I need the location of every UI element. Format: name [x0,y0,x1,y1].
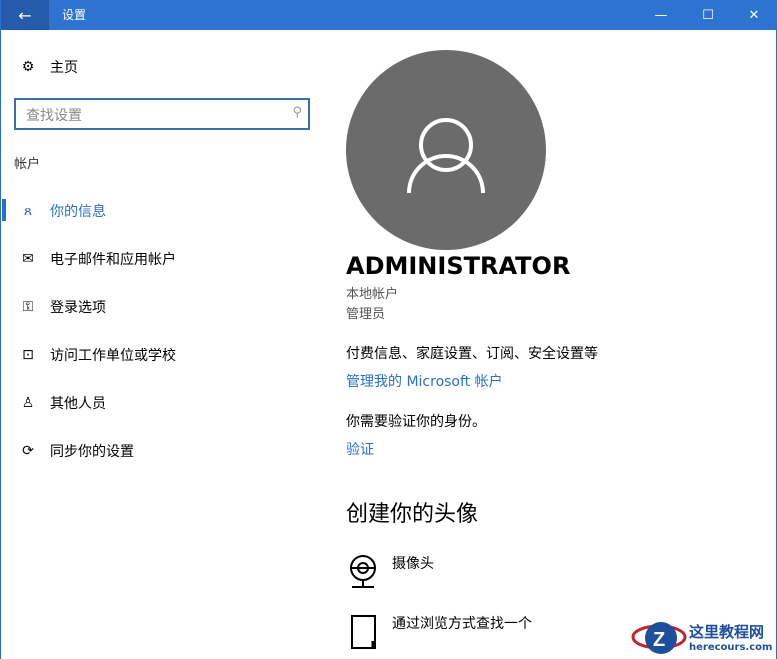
sidebar-item-signin[interactable]: ⚿ 登录选项 [19,297,106,317]
camera-label: 摄像头 [392,556,434,572]
sidebar-item-label: 登录选项 [50,300,106,316]
sidebar-item-others[interactable]: ♙ 其他人员 [19,393,106,413]
sidebar-home[interactable]: ⚙ 主页 [19,57,78,77]
camera-option[interactable]: 摄像头 [346,553,434,589]
person-list-icon: ጸ [23,203,33,219]
verify-link[interactable]: 验证 [346,439,374,459]
title-bar: ← 设置 — ☐ ✕ [1,0,777,30]
search-input[interactable]: 查找设置 ⚲ [14,98,310,130]
selection-indicator [2,199,6,221]
mail-icon: ✉ [22,251,34,267]
close-button[interactable]: ✕ [731,0,777,30]
watermark-name: 这里教程网 [689,623,765,641]
gear-icon: ⚙ [21,59,35,75]
sidebar-item-your-info[interactable]: ጸ 你的信息 [19,201,106,221]
watermark-url: herecours.com [689,642,773,653]
search-placeholder: 查找设置 [26,108,82,124]
window-title: 设置 [62,8,87,22]
svg-text:Z: Z [653,629,665,651]
briefcase-icon: ⊡ [22,347,34,363]
sync-icon: ⟳ [22,443,34,459]
account-type: 本地帐户 [346,287,399,302]
avatar [346,50,546,250]
browse-label: 通过浏览方式查找一个 [392,616,532,632]
browse-option[interactable]: 通过浏览方式查找一个 [346,613,532,651]
maximize-button[interactable]: ☐ [685,0,731,30]
back-button[interactable]: ← [1,0,49,30]
home-label: 主页 [50,60,78,76]
file-icon [351,615,376,649]
sidebar-item-label: 你的信息 [50,204,106,220]
sidebar-item-label: 电子邮件和应用帐户 [50,252,176,268]
user-icon [407,118,485,194]
search-icon: ⚲ [292,105,302,120]
user-name: ADMINISTRATOR [346,252,571,280]
sidebar-item-label: 访问工作单位或学校 [50,348,176,364]
billing-text: 付费信息、家庭设置、订阅、安全设置等 [346,346,598,362]
sidebar-item-email[interactable]: ✉ 电子邮件和应用帐户 [19,249,176,269]
user-role: 管理员 [346,307,386,322]
watermark-logo: Z 这里教程网 herecours.com [631,617,772,657]
verify-text: 你需要验证你的身份。 [346,414,486,430]
minimize-button[interactable]: — [638,0,684,30]
watermark-z-icon: Z [631,622,687,654]
sidebar-item-sync[interactable]: ⟳ 同步你的设置 [19,441,134,461]
section-heading: 帐户 [14,157,41,172]
camera-icon [350,555,376,588]
create-avatar-heading: 创建你的头像 [346,502,479,527]
sidebar-item-label: 其他人员 [50,396,106,412]
key-icon: ⚿ [22,299,34,315]
sidebar-item-work[interactable]: ⊡ 访问工作单位或学校 [19,345,176,365]
person-add-icon: ♙ [21,395,35,411]
sidebar-item-label: 同步你的设置 [50,444,134,460]
manage-account-link[interactable]: 管理我的 Microsoft 帐户 [346,371,503,391]
